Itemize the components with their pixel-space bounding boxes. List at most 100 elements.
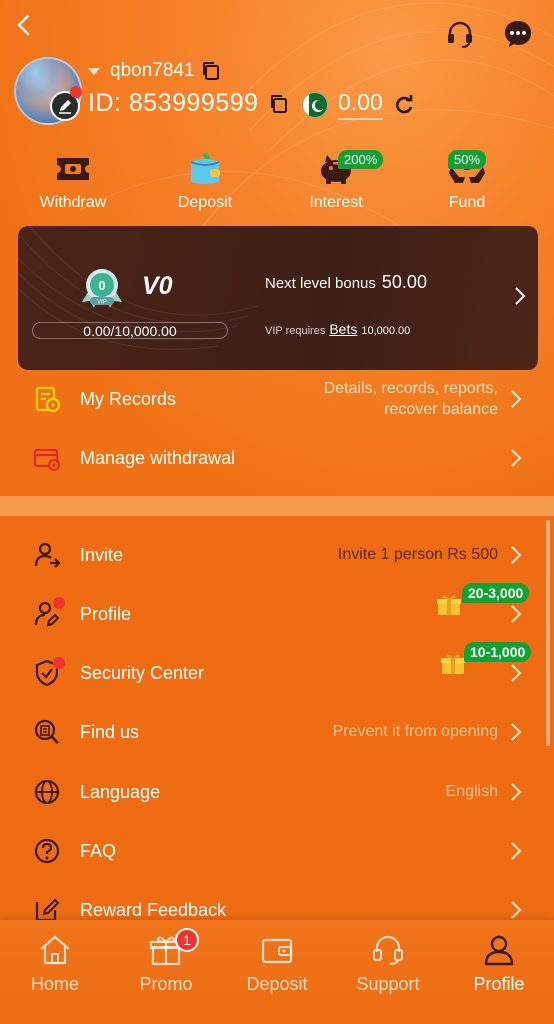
interest-badge: 200% xyxy=(338,150,384,169)
bets-link[interactable]: Bets xyxy=(329,321,357,337)
chat-bubble-icon xyxy=(505,21,531,47)
language-label: Language xyxy=(80,781,161,802)
wallet-outline-icon xyxy=(257,930,297,970)
vip-card[interactable]: 0 VIP V0 0.00/10,000.00 Next level bonus… xyxy=(18,226,538,370)
chevron-right-icon xyxy=(511,546,522,564)
records-detail-line2: recover balance xyxy=(384,401,498,418)
globe-icon xyxy=(32,777,62,807)
chevron-right-icon xyxy=(511,605,522,623)
tab-home-label: Home xyxy=(30,974,79,994)
records-detail: Details, records, reports, recover balan… xyxy=(324,378,498,420)
profile-label: Profile xyxy=(80,603,132,624)
vip-requires-label: VIP requires xyxy=(265,325,326,337)
invite-label: Invite xyxy=(80,544,124,565)
promo-count-badge: 1 xyxy=(175,928,199,952)
user-id-row: ID: 853999599 xyxy=(88,89,289,118)
chevron-right-icon xyxy=(515,287,526,305)
withdraw-action[interactable]: Withdraw xyxy=(18,150,128,212)
support-headset-icon xyxy=(368,930,408,970)
vip-progress-bar: 0.00/10,000.00 xyxy=(32,322,228,339)
caret-down-icon[interactable] xyxy=(88,67,100,75)
copy-username-icon[interactable] xyxy=(201,61,221,81)
find-us-row[interactable]: Find us Prevent it from opening xyxy=(0,703,554,761)
bottom-tab-bar: Home Promo 1 Deposit Support Profile xyxy=(0,920,554,1024)
refresh-icon[interactable] xyxy=(393,94,415,116)
language-value: English xyxy=(445,783,498,800)
vip-medal-label: VIP xyxy=(97,300,107,306)
scrollbar[interactable] xyxy=(546,520,550,746)
profile-notification-dot xyxy=(53,597,65,609)
section-divider xyxy=(0,496,554,516)
chevron-right-icon xyxy=(511,783,522,801)
fund-badge: 50% xyxy=(448,150,487,169)
next-bonus-label: Next level bonus xyxy=(265,275,376,292)
chevron-right-icon xyxy=(511,901,522,919)
vip-requirement: VIP requires Bets 10,000.00 xyxy=(265,321,410,337)
chevron-right-icon xyxy=(511,664,522,682)
security-reward-badge: 10-1,000 xyxy=(464,642,532,662)
find-us-hint: Prevent it from opening xyxy=(332,723,498,740)
notification-dot xyxy=(70,86,82,98)
language-row[interactable]: Language English xyxy=(0,763,554,821)
chevron-right-icon xyxy=(511,842,522,860)
user-profile-icon xyxy=(479,930,519,970)
records-detail-line1: Details, records, reports, xyxy=(323,380,498,397)
tab-promo[interactable]: Promo 1 xyxy=(111,928,221,995)
find-us-label: Find us xyxy=(80,721,140,742)
invite-row[interactable]: Invite Invite 1 person Rs 500 xyxy=(0,526,554,584)
vip-level: V0 xyxy=(142,272,173,300)
deposit-label: Deposit xyxy=(177,194,233,211)
gift-icon xyxy=(437,595,461,615)
reward-feedback-label: Reward Feedback xyxy=(80,899,227,920)
security-notification-dot xyxy=(53,657,65,669)
manage-withdrawal-label: Manage withdrawal xyxy=(80,447,236,468)
copy-id-icon[interactable] xyxy=(269,94,289,114)
tab-profile[interactable]: Profile xyxy=(444,930,554,995)
tab-support-label: Support xyxy=(356,974,420,994)
tab-deposit[interactable]: Deposit xyxy=(222,930,332,995)
chevron-right-icon xyxy=(511,723,522,741)
tab-promo-label: Promo xyxy=(139,974,193,994)
interest-label: Interest xyxy=(309,194,363,211)
next-bonus-value: 50.00 xyxy=(381,272,427,292)
tab-support[interactable]: Support xyxy=(333,930,443,995)
headset-button[interactable] xyxy=(442,16,478,52)
next-level-bonus: Next level bonus 50.00 xyxy=(265,272,427,293)
vip-progress-text: 0.00/10,000.00 xyxy=(83,322,177,339)
invite-reward-text: Invite 1 person Rs 500 xyxy=(337,546,498,563)
pencil-icon xyxy=(59,100,71,114)
wallet-icon xyxy=(185,150,225,188)
username-row: qbon7841 xyxy=(88,60,221,82)
manage-withdrawal-row[interactable]: Manage withdrawal xyxy=(0,429,554,487)
message-button[interactable] xyxy=(500,16,536,52)
my-records-row[interactable]: My Records Details, records, reports, re… xyxy=(0,370,554,428)
home-icon xyxy=(35,930,75,970)
user-id: ID: 853999599 xyxy=(88,89,259,117)
vip-medal-icon: 0 VIP xyxy=(82,269,122,308)
chevron-right-icon xyxy=(511,449,522,467)
tab-deposit-label: Deposit xyxy=(246,974,308,994)
my-records-label: My Records xyxy=(80,388,177,409)
fund-label: Fund xyxy=(448,194,486,211)
back-button[interactable] xyxy=(10,10,36,40)
vip-requires-value: 10,000.00 xyxy=(361,325,411,337)
tab-profile-label: Profile xyxy=(473,974,525,994)
chevron-right-icon xyxy=(511,390,522,408)
headset-icon xyxy=(448,21,472,48)
profile-reward-badge: 20-3,000 xyxy=(462,583,530,603)
search-building-icon xyxy=(32,717,62,747)
faq-row[interactable]: FAQ xyxy=(0,822,554,880)
security-center-label: Security Center xyxy=(80,662,205,683)
quick-actions: Withdraw Deposit Interest 200% Fund 50% xyxy=(0,150,554,220)
card-settings-icon xyxy=(32,443,62,473)
records-icon xyxy=(32,384,62,414)
vip-medal-level: 0 xyxy=(98,278,105,293)
username: qbon7841 xyxy=(110,60,195,81)
tab-home[interactable]: Home xyxy=(0,930,110,995)
deposit-action[interactable]: Deposit xyxy=(150,150,260,212)
pakistan-flag-icon xyxy=(302,91,328,118)
ticket-icon xyxy=(53,150,93,188)
back-arrow-icon xyxy=(17,14,30,36)
invite-user-icon xyxy=(32,540,62,570)
balance-amount: 0.00 xyxy=(338,89,383,120)
